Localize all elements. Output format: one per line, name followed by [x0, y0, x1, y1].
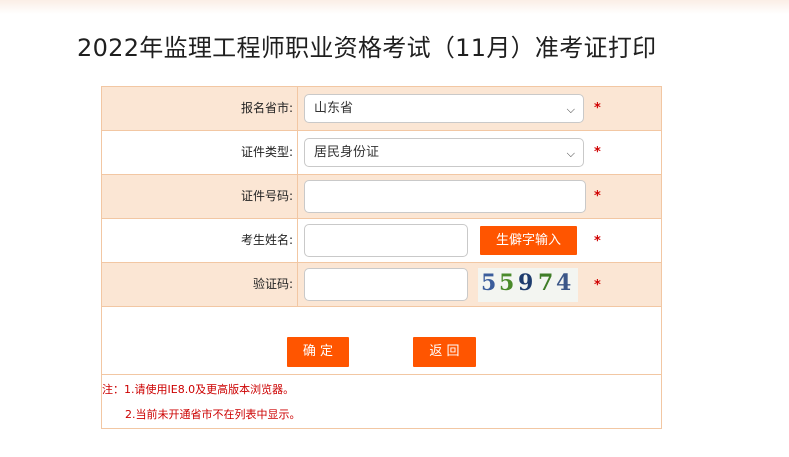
captcha-char: 4 [556, 270, 572, 296]
cell-divider [297, 87, 298, 130]
admission-ticket-form: 报名省市: 山东省 ⌵ * 证件类型: 居民身份证 ⌵ * 证件号码: * 考生… [101, 86, 662, 429]
captcha-image[interactable]: 5 5 9 7 4 [478, 268, 578, 302]
row-candidate-name: 考生姓名: 生僻字输入 * [102, 219, 661, 263]
required-mark: * [594, 145, 601, 160]
required-mark: * [594, 234, 601, 249]
page-title: 2022年监理工程师职业资格考试（11月）准考证打印 [77, 34, 657, 62]
cell-divider [297, 175, 298, 218]
id-type-selected-value: 居民身份证 [314, 145, 380, 160]
captcha-char: 5 [499, 270, 515, 296]
back-button[interactable]: 返 回 [413, 337, 476, 367]
note-line-1: 注：1.请使用IE8.0及更高版本浏览器。 [102, 383, 295, 396]
province-select[interactable]: 山东省 ⌵ [304, 94, 584, 123]
note-line-2: 2.当前未开通省市不在列表中显示。 [125, 408, 301, 421]
cell-divider [297, 131, 298, 174]
cell-divider [297, 219, 298, 262]
rare-character-input-button[interactable]: 生僻字输入 [480, 226, 577, 255]
id-type-select[interactable]: 居民身份证 ⌵ [304, 138, 584, 167]
row-province: 报名省市: 山东省 ⌵ * [102, 87, 661, 131]
captcha-label: 验证码: [252, 277, 293, 291]
captcha-input[interactable] [304, 268, 468, 301]
cell-divider [297, 263, 298, 306]
required-mark: * [594, 101, 601, 116]
captcha-char: 9 [518, 270, 534, 296]
row-captcha: 验证码: 5 5 9 7 4 * [102, 263, 661, 307]
row-id-number: 证件号码: * [102, 175, 661, 219]
captcha-char: 5 [481, 270, 497, 296]
id-type-label: 证件类型: [240, 145, 293, 159]
chevron-down-icon: ⌵ [566, 103, 575, 116]
province-label: 报名省市: [240, 101, 293, 115]
notes-divider [102, 374, 661, 375]
captcha-char: 7 [538, 270, 554, 296]
candidate-name-label: 考生姓名: [240, 233, 293, 247]
row-id-type: 证件类型: 居民身份证 ⌵ * [102, 131, 661, 175]
top-bar [0, 0, 789, 14]
province-selected-value: 山东省 [314, 101, 354, 116]
id-number-input[interactable] [304, 180, 586, 213]
chevron-down-icon: ⌵ [566, 147, 575, 160]
required-mark: * [594, 189, 601, 204]
confirm-button[interactable]: 确 定 [287, 337, 349, 367]
candidate-name-input[interactable] [304, 224, 468, 257]
id-number-label: 证件号码: [240, 189, 293, 203]
required-mark: * [594, 278, 601, 293]
